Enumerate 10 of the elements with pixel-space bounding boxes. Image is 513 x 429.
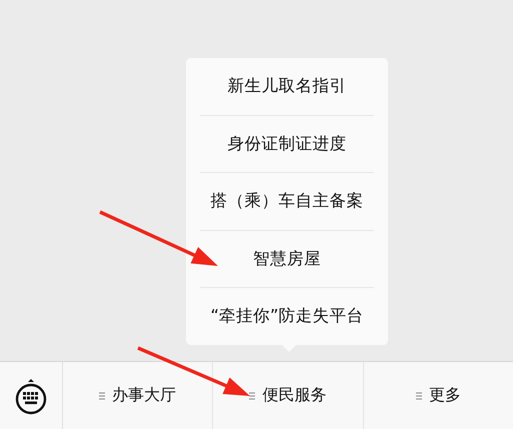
menu-icon [416, 392, 422, 400]
menu-tab[interactable]: 更多 [364, 362, 513, 429]
popup-menu-item[interactable]: 新生儿取名指引 [200, 58, 374, 114]
popup-menu-item[interactable]: 搭（乘）车自主备案 [200, 172, 374, 230]
keyboard-icon[interactable] [14, 376, 48, 414]
menu-icon [99, 392, 106, 400]
menu-tab[interactable]: 办事大厅 [63, 362, 214, 429]
popup-menu-item[interactable]: 身份证制证进度 [200, 114, 374, 172]
popup-menu-item[interactable]: “牵挂你”防走失平台 [200, 287, 374, 344]
menu-icon [249, 392, 256, 400]
